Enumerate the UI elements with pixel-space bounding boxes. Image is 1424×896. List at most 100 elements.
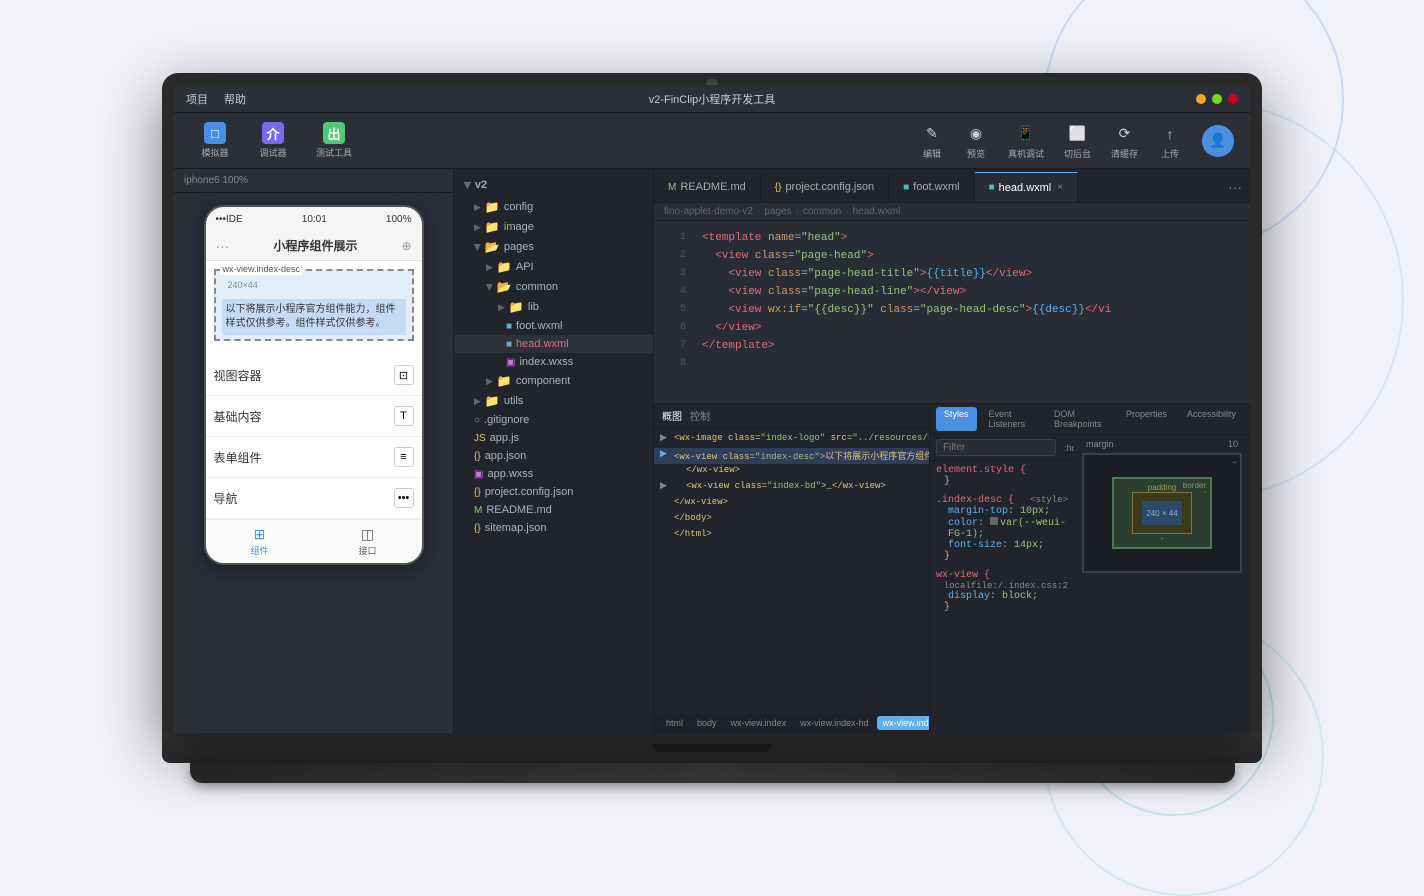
preview-panel: iphone6 100% •••IDE 10:01 100% ··· — [174, 169, 454, 733]
phone-section-1[interactable]: 基础内容 T — [206, 396, 422, 437]
style-prop-color: color: var(--weui-FG-1); — [936, 517, 1068, 540]
styles-content: element.style { } .index-desc { <style> — [930, 461, 1074, 733]
app-js-label: app.js — [490, 432, 519, 444]
action-real-debug[interactable]: 📱 真机调试 — [1008, 122, 1044, 160]
tree-image[interactable]: ▶ 📁 image — [454, 217, 653, 237]
code-line-8: 8 — [654, 355, 1250, 373]
tree-head-wxml[interactable]: ■ head.wxml — [454, 335, 653, 353]
simulate-button[interactable]: □ 模拟器 — [190, 118, 240, 163]
highlight-box: wx-view.index-desc 240×44 以下将展示小程序官方组件能力… — [214, 269, 414, 341]
elem-tab-wx-view-index[interactable]: wx-view.index — [725, 716, 793, 730]
tree-app-js[interactable]: JS app.js — [454, 429, 653, 447]
tree-readme[interactable]: M README.md — [454, 501, 653, 519]
breadcrumb: fino-applet-demo-v2 › pages › common › h… — [654, 203, 1250, 221]
html-line-0: ▶ <wx-image class="index-logo" src="../r… — [654, 432, 929, 448]
maximize-button[interactable] — [1212, 94, 1222, 104]
phone-time: 10:01 — [302, 214, 327, 225]
app-js-icon: JS — [474, 433, 486, 444]
tree-app-json[interactable]: {} app.json — [454, 447, 653, 465]
styles-tab-accessibility[interactable]: Accessibility — [1179, 407, 1244, 431]
tree-common[interactable]: ▶ 📂 common — [454, 277, 653, 297]
elem-tab-wx-view-index-desc[interactable]: wx-view.index-desc — [877, 716, 929, 730]
phone-content: wx-view.index-desc 240×44 以下将展示小程序官方组件能力… — [206, 261, 422, 355]
foot-wxml-icon: ■ — [506, 321, 512, 332]
close-button[interactable] — [1228, 94, 1238, 104]
minimize-button[interactable] — [1196, 94, 1206, 104]
simulate-icon: □ — [204, 122, 226, 144]
styles-tab-properties[interactable]: Properties — [1118, 407, 1175, 431]
background-icon: ⬜ — [1065, 122, 1089, 146]
action-edit[interactable]: ✎ 编辑 — [920, 122, 944, 160]
tree-foot-wxml[interactable]: ■ foot.wxml — [454, 317, 653, 335]
tab-close-icon[interactable]: × — [1057, 182, 1063, 193]
section-icon-0: ⊡ — [394, 365, 414, 385]
tree-lib[interactable]: ▶ 📁 lib — [454, 297, 653, 317]
laptop-stand — [190, 763, 1235, 783]
filter-input[interactable] — [936, 439, 1056, 456]
action-upload[interactable]: ↑ 上传 — [1158, 122, 1182, 160]
elem-tab-body[interactable]: body — [691, 716, 723, 730]
tree-component[interactable]: ▶ 📁 component — [454, 371, 653, 391]
action-preview[interactable]: ◉ 预览 — [964, 122, 988, 160]
debug-button[interactable]: 介 调试器 — [248, 118, 298, 163]
tree-sitemap[interactable]: {} sitemap.json — [454, 519, 653, 537]
control-tab[interactable]: 控制 — [690, 408, 710, 423]
phone-nav-interface[interactable]: ◫ 接口 — [314, 520, 422, 563]
action-clear-cache[interactable]: ⟳ 清缓存 — [1111, 122, 1138, 160]
pages-folder-icon: 📂 — [485, 240, 500, 254]
phone-back-icon: ··· — [216, 238, 230, 254]
tree-utils[interactable]: ▶ 📁 utils — [454, 391, 653, 411]
readme-label: README.md — [486, 504, 551, 516]
tree-gitignore[interactable]: ○ .gitignore — [454, 411, 653, 429]
code-editor[interactable]: 1 <template name="head"> 2 <view class="… — [654, 221, 1250, 403]
phone-battery: 100% — [386, 214, 412, 225]
avatar[interactable]: 👤 — [1202, 125, 1234, 157]
tab-readme[interactable]: M README.md — [654, 172, 761, 202]
wx-view-brace: } — [936, 602, 1068, 613]
highlight-class-label: wx-view.index-desc — [220, 263, 304, 275]
api-arrow: ▶ — [486, 262, 493, 273]
overview-tab[interactable]: 概图 — [662, 408, 682, 423]
menu-item-help[interactable]: 帮助 — [224, 91, 246, 107]
tree-config[interactable]: ▶ 📁 config — [454, 197, 653, 217]
styles-tab-dom[interactable]: DOM Breakpoints — [1046, 407, 1114, 431]
menu-bar: 项目 帮助 v2-FinClip小程序开发工具 — [174, 85, 1250, 113]
tree-pages[interactable]: ▶ 📂 pages — [454, 237, 653, 257]
phone-section-2[interactable]: 表单组件 ≡ — [206, 437, 422, 478]
box-model: - border - padding 240 — [1082, 453, 1242, 573]
tab-foot-wxml[interactable]: ■ foot.wxml — [889, 172, 975, 202]
head-wxml-icon: ■ — [506, 339, 512, 350]
tab-head-wxml[interactable]: ■ head.wxml × — [975, 172, 1078, 202]
common-folder-icon: 📂 — [497, 280, 512, 294]
menu-item-project[interactable]: 项目 — [186, 91, 208, 107]
styles-tab-event[interactable]: Event Listeners — [981, 407, 1042, 431]
toolbar: □ 模拟器 介 调试器 出 测试工具 ✎ 编辑 — [174, 113, 1250, 169]
tree-project-config[interactable]: {} project.config.json — [454, 483, 653, 501]
styles-tabs: Styles Event Listeners DOM Breakpoints P… — [930, 404, 1250, 435]
tree-api[interactable]: ▶ 📁 API — [454, 257, 653, 277]
color-swatch — [990, 517, 998, 525]
tree-app-wxss[interactable]: ▣ app.wxss — [454, 465, 653, 483]
elem-tab-wx-view-index-hd[interactable]: wx-view.index-hd — [794, 716, 875, 730]
tab-head-label: head.wxml — [999, 182, 1052, 194]
html-tree[interactable]: ▶ <wx-image class="index-logo" src="../r… — [654, 428, 929, 714]
phone-section-0[interactable]: 视图容器 ⊡ — [206, 355, 422, 396]
index-wxss-label: index.wxss — [519, 356, 573, 368]
filter-hov[interactable]: :hov — [1060, 442, 1074, 454]
action-background[interactable]: ⬜ 切后台 — [1064, 122, 1091, 160]
styles-tab-styles[interactable]: Styles — [936, 407, 977, 431]
phone-nav-component[interactable]: ⊞ 组件 — [206, 520, 314, 563]
section-icon-3: ••• — [394, 488, 414, 508]
phone-section-3[interactable]: 导航 ••• — [206, 478, 422, 519]
toolbar-right: ✎ 编辑 ◉ 预览 📱 真机调试 ⬜ 切后台 — [920, 122, 1234, 160]
main-area: iphone6 100% •••IDE 10:01 100% ··· — [174, 169, 1250, 733]
app-wxss-icon: ▣ — [474, 469, 483, 480]
test-button[interactable]: 出 测试工具 — [306, 118, 362, 163]
html-line-6: </html> — [654, 528, 929, 544]
sitemap-icon: {} — [474, 523, 481, 534]
tab-more-button[interactable]: ··· — [1220, 172, 1250, 202]
tab-project-config[interactable]: {} project.config.json — [761, 172, 889, 202]
background-label: 切后台 — [1064, 147, 1091, 160]
elem-tab-html[interactable]: html — [660, 716, 689, 730]
tree-index-wxss[interactable]: ▣ index.wxss — [454, 353, 653, 371]
